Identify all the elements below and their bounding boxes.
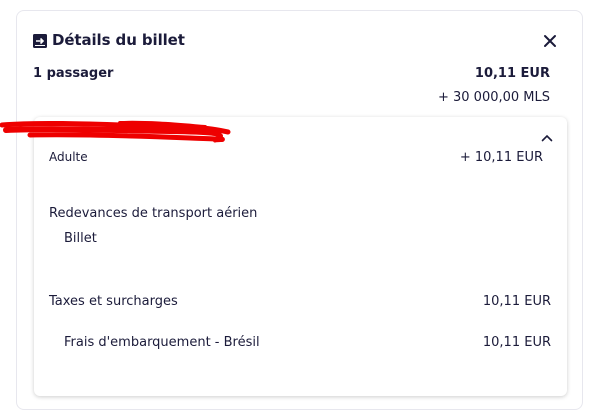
close-icon[interactable] — [542, 33, 558, 49]
adult-label: Adulte — [49, 150, 88, 164]
chevron-up-icon[interactable] — [541, 133, 553, 143]
redaction-scribble — [0, 118, 232, 144]
price-breakdown-card: Adulte + 10,11 EUR Redevances de transpo… — [34, 117, 567, 396]
air-transport-fees-label: Redevances de transport aérien — [49, 206, 258, 221]
taxes-label: Taxes et surcharges — [49, 294, 178, 309]
miles-price: + 30 000,00 MLS — [437, 90, 550, 105]
adult-price: + 10,11 EUR — [459, 150, 543, 165]
total-price: 10,11 EUR — [474, 66, 550, 81]
boarding-fee-label: Frais d'embarquement - Brésil — [64, 335, 260, 350]
collapse-button[interactable] — [541, 128, 553, 142]
passenger-count: 1 passager — [33, 66, 114, 81]
ticket-sublabel: Billet — [64, 231, 97, 246]
boarding-fee-price: 10,11 EUR — [482, 335, 551, 350]
page-title: Détails du billet — [52, 31, 185, 49]
close-button[interactable] — [542, 33, 558, 49]
ticket-icon — [33, 33, 47, 48]
taxes-price: 10,11 EUR — [482, 294, 551, 309]
header: Détails du billet — [33, 31, 185, 49]
